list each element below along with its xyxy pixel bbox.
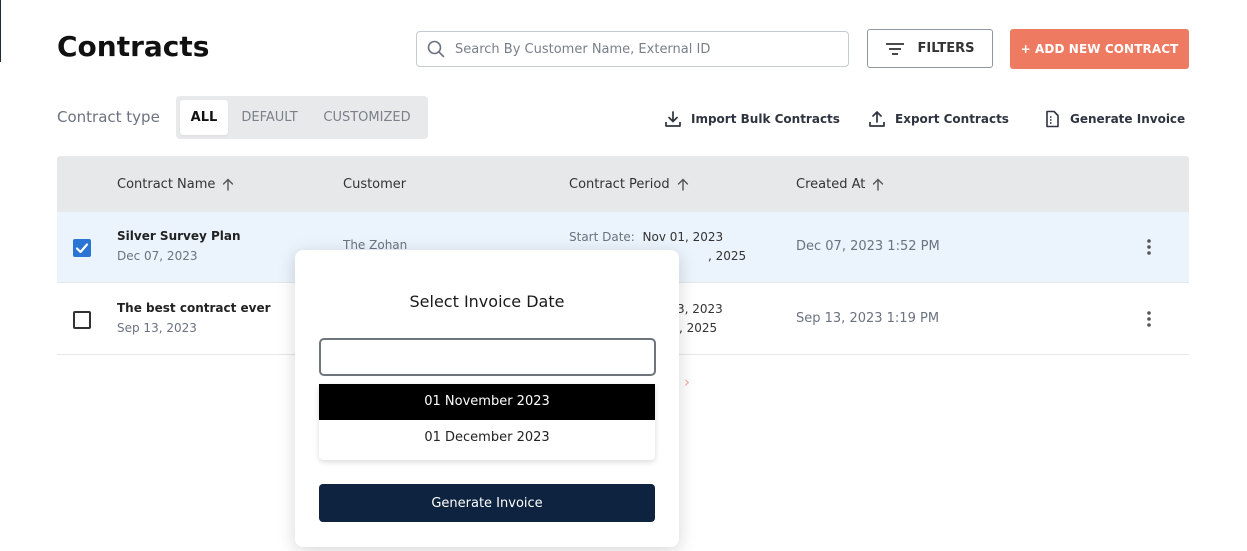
arrow-up-icon — [873, 178, 884, 191]
contract-name[interactable]: Silver Survey Plan — [117, 229, 241, 243]
column-contract-period-label: Contract Period — [569, 176, 670, 192]
export-label: Export Contracts — [895, 112, 1009, 126]
column-created-at[interactable]: Created At — [796, 156, 884, 212]
window-edge — [0, 0, 1, 62]
search-box[interactable] — [416, 31, 849, 67]
contract-period-end: , 2025 — [679, 321, 718, 335]
check-icon — [75, 243, 89, 254]
created-at: Sep 13, 2023 1:19 PM — [796, 311, 940, 326]
invoice-date-option[interactable]: 01 December 2023 — [319, 420, 655, 456]
start-date-value: Nov 01, 2023 — [642, 230, 724, 244]
contract-period-start: Start Date: Nov 01, 2023 — [569, 230, 723, 244]
column-contract-name-label: Contract Name — [117, 176, 216, 192]
column-contract-period[interactable]: Contract Period — [569, 156, 689, 212]
page-title: Contracts — [57, 30, 210, 63]
contract-type-label: Contract type — [57, 108, 160, 126]
import-bulk-contracts-button[interactable]: Import Bulk Contracts — [664, 108, 840, 130]
invoice-date-input[interactable] — [319, 338, 656, 376]
generate-invoice-button[interactable]: Generate Invoice — [319, 484, 655, 522]
row-checkbox[interactable] — [73, 239, 91, 257]
kebab-icon[interactable] — [1142, 237, 1156, 257]
invoice-date-dropdown: 01 November 2023 01 December 2023 — [319, 384, 655, 460]
column-customer-label: Customer — [343, 176, 407, 192]
contract-date: Sep 13, 2023 — [117, 321, 197, 335]
column-contract-name[interactable]: Contract Name — [117, 156, 234, 212]
contract-period-start: 3, 2023 — [677, 302, 723, 316]
search-icon — [427, 40, 445, 58]
document-icon — [1046, 110, 1059, 128]
kebab-icon[interactable] — [1142, 309, 1156, 329]
generate-invoice-action[interactable]: Generate Invoice — [1043, 108, 1185, 130]
contract-type-customized[interactable]: CUSTOMIZED — [312, 100, 422, 135]
contract-period-end: , 2025 — [708, 249, 747, 263]
upload-icon — [869, 111, 885, 127]
filters-label: FILTERS — [917, 41, 975, 56]
contract-type-default[interactable]: DEFAULT — [232, 100, 307, 135]
table-header: Contract Name Customer Contract Period C… — [57, 156, 1189, 212]
add-new-contract-button[interactable]: + ADD NEW CONTRACT — [1010, 29, 1189, 69]
created-at: Dec 07, 2023 1:52 PM — [796, 239, 940, 254]
contract-name[interactable]: The best contract ever — [117, 301, 271, 315]
import-label: Import Bulk Contracts — [691, 112, 840, 126]
search-input[interactable] — [455, 32, 840, 66]
contract-type-all[interactable]: ALL — [180, 100, 228, 135]
arrow-up-icon — [677, 178, 688, 191]
contract-date: Dec 07, 2023 — [117, 249, 198, 263]
invoice-date-option[interactable]: 01 November 2023 — [319, 384, 655, 420]
download-icon — [665, 111, 681, 127]
export-contracts-button[interactable]: Export Contracts — [868, 108, 1009, 130]
filter-lines-icon — [885, 42, 904, 55]
contract-type-toggle: ALL DEFAULT CUSTOMIZED — [176, 96, 428, 139]
row-checkbox[interactable] — [73, 311, 91, 329]
filters-button[interactable]: FILTERS — [867, 29, 993, 68]
column-created-at-label: Created At — [796, 176, 866, 192]
start-date-label: Start Date: — [569, 230, 635, 244]
invoice-date-modal: Select Invoice Date 01 November 2023 01 … — [295, 250, 679, 547]
column-customer[interactable]: Customer — [343, 156, 406, 212]
modal-title: Select Invoice Date — [409, 292, 565, 311]
generate-invoice-label: Generate Invoice — [1070, 112, 1186, 126]
arrow-up-icon — [223, 178, 234, 191]
chevron-right-icon[interactable]: › — [684, 373, 690, 391]
